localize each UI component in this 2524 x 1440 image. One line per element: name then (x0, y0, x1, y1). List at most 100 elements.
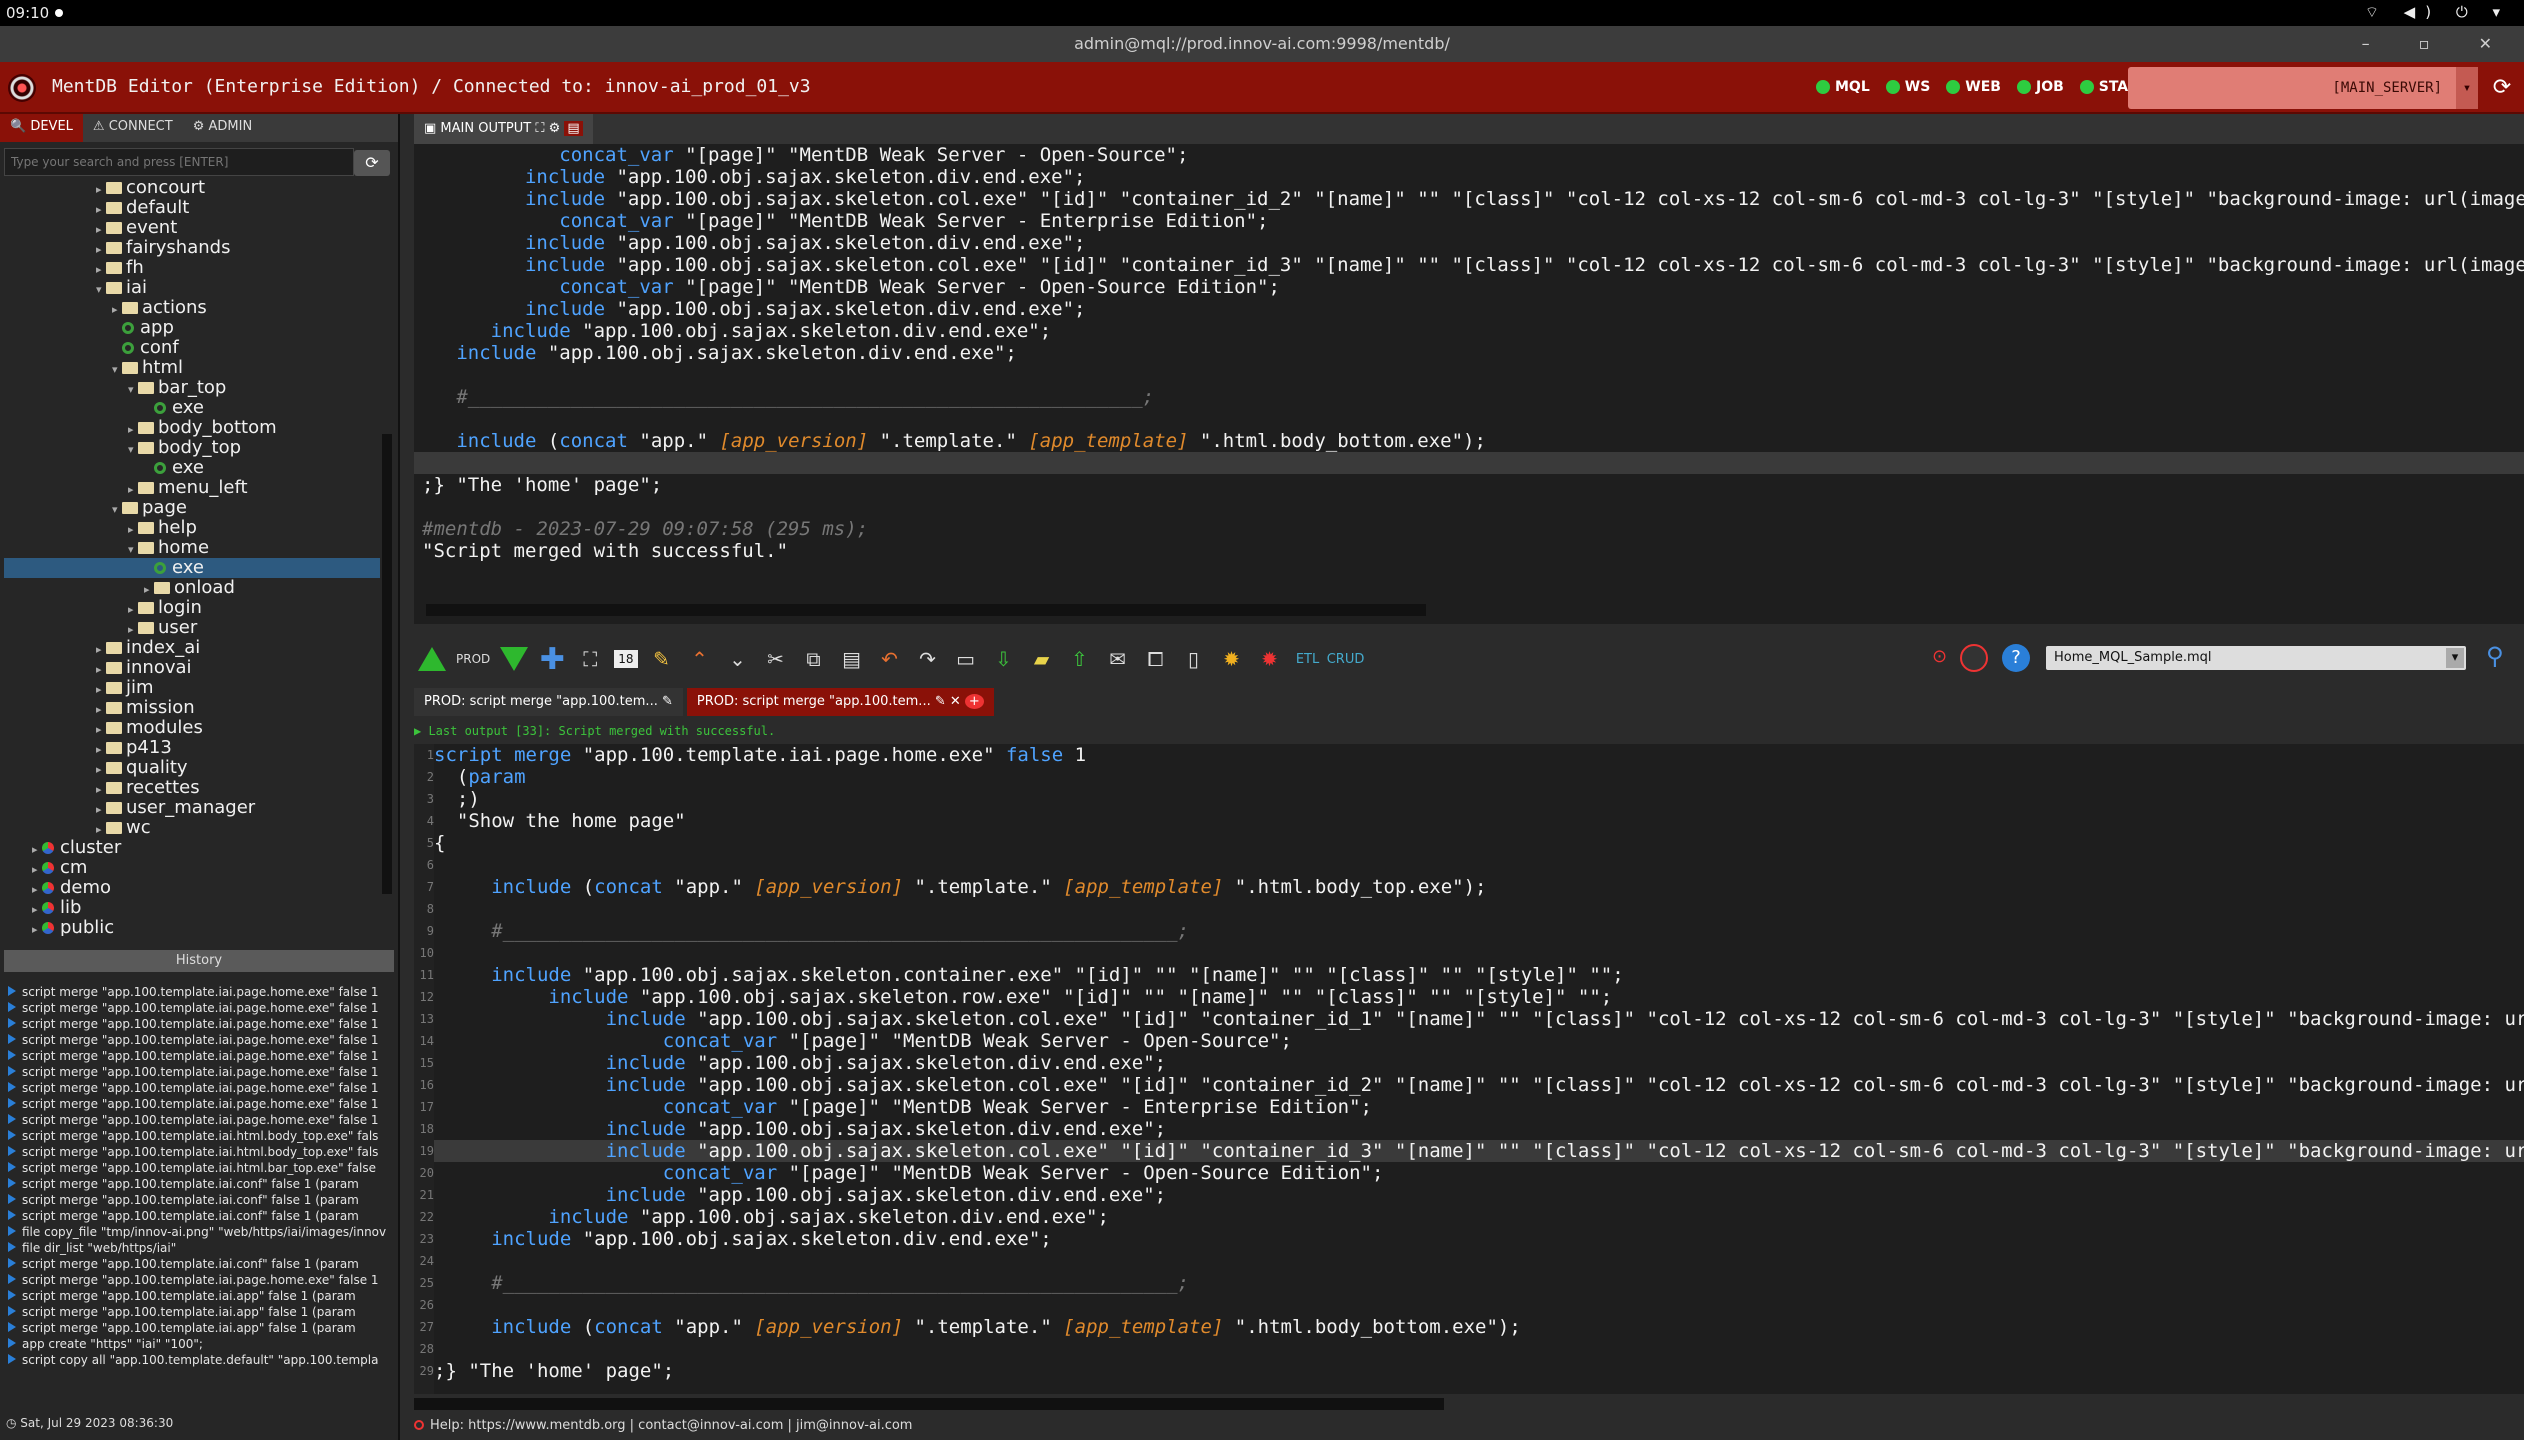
code-line[interactable]: #_______________________________________… (434, 920, 2524, 942)
code-line[interactable]: include (concat "app." [app_version] ".t… (434, 1316, 2524, 1338)
expand-arrow-icon[interactable]: ▸ (32, 840, 42, 860)
history-item[interactable]: script merge "app.100.template.iai.page.… (8, 1048, 398, 1064)
add-tab-icon[interactable]: + (964, 694, 984, 709)
editor-hscrollbar[interactable] (414, 1398, 1444, 1410)
code-line[interactable]: "Show the home page" (434, 810, 2524, 832)
expand-arrow-icon[interactable]: ▸ (96, 260, 106, 280)
tree-node[interactable]: ▾ bar_top (128, 378, 226, 398)
code-line[interactable]: include "app.100.obj.sajax.skeleton.col.… (434, 1074, 2524, 1096)
history-item[interactable]: script merge "app.100.template.iai.page.… (8, 1032, 398, 1048)
expand-arrow-icon[interactable]: ▾ (128, 540, 138, 560)
code-line[interactable] (434, 1294, 2524, 1316)
tree-node[interactable]: ▸ actions (112, 298, 207, 318)
expand-arrow-icon[interactable]: ▸ (112, 300, 122, 320)
history-item[interactable]: script merge "app.100.template.iai.html.… (8, 1128, 398, 1144)
tree-node[interactable]: ▸ p413 (96, 738, 172, 758)
history-item[interactable]: script merge "app.100.template.iai.page.… (8, 1096, 398, 1112)
tree-node[interactable]: ▸ index_ai (96, 638, 200, 658)
tree-node[interactable]: ▾ body_top (128, 438, 241, 458)
code-line[interactable]: include "app.100.obj.sajax.skeleton.div.… (434, 1184, 2524, 1206)
history-item[interactable]: file copy_file "tmp/innov-ai.png" "web/h… (8, 1224, 398, 1240)
history-item[interactable]: app create "https" "iai" "100"; (8, 1336, 398, 1352)
history-item[interactable]: script merge "app.100.template.iai.app" … (8, 1320, 398, 1336)
upload-icon[interactable]: ⇧ (1066, 645, 1094, 673)
tab-script-2[interactable]: PROD: script merge "app.100.tem... ✎ ✕ + (686, 688, 994, 716)
expand-arrow-icon[interactable]: ▾ (112, 360, 122, 380)
expand-arrow-icon[interactable]: ▾ (112, 500, 122, 520)
expand-arrow-icon[interactable]: ▸ (128, 520, 138, 540)
etl-icon[interactable]: ETL (1294, 645, 1322, 673)
code-line[interactable]: script merge "app.100.template.iai.page.… (434, 744, 2524, 766)
history-item[interactable]: script merge "app.100.template.iai.html.… (8, 1144, 398, 1160)
expand-arrow-icon[interactable]: ▸ (96, 680, 106, 700)
history-item[interactable]: script merge "app.100.template.iai.app" … (8, 1304, 398, 1320)
server-select[interactable]: [MAIN_SERVER] ▾ (2128, 67, 2478, 109)
tree-node[interactable]: ▸ concourt (96, 178, 205, 198)
tree-node[interactable]: app (112, 318, 174, 338)
tree-node[interactable]: ▸ login (128, 598, 202, 618)
crud-icon[interactable]: CRUD (1327, 645, 1365, 673)
expand-icon[interactable]: ⛶ (576, 645, 604, 673)
history-item[interactable]: script merge "app.100.template.iai.page.… (8, 1064, 398, 1080)
tree-node[interactable]: ▸ fh (96, 258, 144, 278)
refresh-icon[interactable]: ⟳ (354, 150, 390, 176)
code-line[interactable]: include "app.100.obj.sajax.skeleton.div.… (434, 1052, 2524, 1074)
code-line[interactable]: concat_var "[page]" "MentDB Weak Server … (434, 1096, 2524, 1118)
tree-scrollbar[interactable] (382, 434, 392, 894)
reconnect-icon[interactable]: ⟳ (2486, 71, 2518, 105)
connect-icon[interactable]: ⚲ (2486, 642, 2504, 670)
tree-node[interactable]: ▸ jim (96, 678, 154, 698)
paste-icon[interactable]: ▤ (838, 645, 866, 673)
redo-icon[interactable]: ↷ (914, 645, 942, 673)
doc-icon[interactable]: ▭ (952, 645, 980, 673)
expand-arrow-icon[interactable]: ▸ (96, 200, 106, 220)
history-item[interactable]: script merge "app.100.template.iai.page.… (8, 1272, 398, 1288)
tree-node[interactable]: exe (144, 458, 204, 478)
code-line[interactable] (434, 942, 2524, 964)
expand-arrow-icon[interactable]: ▾ (96, 280, 106, 300)
script-file-select[interactable]: Home_MQL_Sample.mql ▾ (2046, 646, 2466, 670)
history-item[interactable]: script merge "app.100.template.iai.html.… (8, 1160, 398, 1176)
history-item[interactable]: script merge "app.100.template.iai.page.… (8, 1016, 398, 1032)
expand-arrow-icon[interactable]: ▸ (96, 760, 106, 780)
expand-arrow-icon[interactable]: ▸ (96, 640, 106, 660)
tree-node[interactable]: ▸ innovai (96, 658, 192, 678)
expand-arrow-icon[interactable]: ▸ (96, 780, 106, 800)
expand-arrow-icon[interactable]: ▸ (32, 860, 42, 880)
tree-node[interactable]: ▸ fairyshands (96, 238, 230, 258)
window-icon[interactable]: ⧠ (1142, 645, 1170, 673)
chevron-down-icon[interactable]: ▾ (2456, 67, 2478, 109)
code-line[interactable]: include (concat "app." [app_version] ".t… (434, 876, 2524, 898)
code-line[interactable]: #_______________________________________… (434, 1272, 2524, 1294)
undo-icon[interactable]: ↶ (876, 645, 904, 673)
history-item[interactable]: script merge "app.100.template.iai.app" … (8, 1288, 398, 1304)
expand-arrow-icon[interactable]: ▸ (96, 700, 106, 720)
code-line[interactable]: include "app.100.obj.sajax.skeleton.row.… (434, 986, 2524, 1008)
expand-arrow-icon[interactable]: ▸ (96, 220, 106, 240)
tree-node[interactable]: ▸ wc (96, 818, 151, 838)
mail-icon[interactable]: ✉ (1104, 645, 1132, 673)
tree-node[interactable]: ▸ cm (32, 858, 87, 878)
window-controls[interactable]: – ▫ ✕ (2362, 26, 2514, 62)
code-line[interactable]: (param (434, 766, 2524, 788)
tree-node[interactable]: ▸ mission (96, 698, 195, 718)
tab-admin[interactable]: ⚙ ADMIN (183, 114, 262, 142)
tree-node[interactable]: ▸ demo (32, 878, 111, 898)
tree-node[interactable]: exe (4, 558, 380, 578)
expand-arrow-icon[interactable]: ▸ (96, 720, 106, 740)
expand-arrow-icon[interactable]: ▸ (144, 580, 154, 600)
tree-node[interactable]: ▸ event (96, 218, 177, 238)
code-line[interactable] (434, 1250, 2524, 1272)
code-line[interactable]: include "app.100.obj.sajax.skeleton.div.… (434, 1228, 2524, 1250)
add-icon[interactable]: ✚ (538, 642, 566, 677)
folder-icon[interactable]: ▰ (1028, 645, 1056, 673)
brush-icon[interactable]: ✎ (648, 645, 676, 673)
chevron-down-icon[interactable]: ▾ (2446, 648, 2464, 668)
code-line[interactable]: concat_var "[page]" "MentDB Weak Server … (434, 1162, 2524, 1184)
tab-devel[interactable]: 🔍 DEVEL (0, 114, 83, 142)
gear-yellow-icon[interactable]: ✹ (1218, 645, 1246, 673)
code-line[interactable] (434, 1338, 2524, 1360)
tree-node[interactable]: ▸ help (128, 518, 197, 538)
expand-arrow-icon[interactable]: ▸ (96, 740, 106, 760)
hal-icon[interactable] (1960, 644, 1988, 672)
